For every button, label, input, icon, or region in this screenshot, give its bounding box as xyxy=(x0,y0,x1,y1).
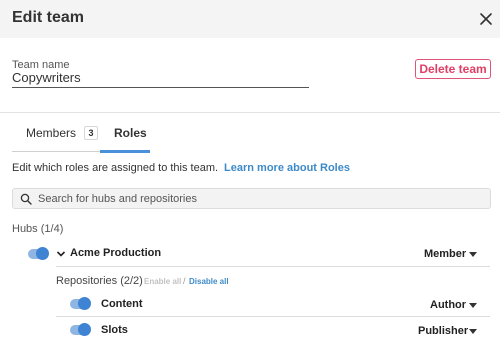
repository-name-content: Content xyxy=(101,298,143,310)
search-field[interactable] xyxy=(12,188,491,209)
delete-team-button[interactable]: Delete team xyxy=(415,59,491,79)
hub-role-select[interactable]: Member xyxy=(424,248,466,260)
toggle-knob xyxy=(36,247,49,260)
repositories-heading: Repositories (2/2) xyxy=(56,275,143,287)
repository-name-slots: Slots xyxy=(101,324,128,336)
repository-toggle-slots[interactable] xyxy=(70,323,91,336)
caret-down-icon[interactable] xyxy=(469,303,477,308)
repository-role-select-content[interactable]: Author xyxy=(430,299,466,311)
hub-toggle[interactable] xyxy=(28,247,49,260)
members-count-badge: 3 xyxy=(84,126,99,140)
caret-down-icon[interactable] xyxy=(469,252,477,257)
active-tab-indicator xyxy=(100,150,150,153)
toggle-knob xyxy=(78,323,91,336)
learn-more-roles-link[interactable]: Learn more about Roles xyxy=(224,162,350,174)
search-input[interactable] xyxy=(38,189,478,208)
hubs-heading: Hubs (1/4) xyxy=(12,223,64,235)
repository-role-select-slots[interactable]: Publisher xyxy=(418,325,468,337)
roles-description: Edit which roles are assigned to this te… xyxy=(12,162,350,174)
team-name-input[interactable]: Copywriters xyxy=(12,70,309,88)
caret-down-icon[interactable] xyxy=(469,329,477,334)
chevron-down-icon[interactable] xyxy=(56,250,66,258)
disable-all-link[interactable]: Disable all xyxy=(189,277,229,286)
tab-members[interactable]: Members 3 xyxy=(26,126,99,140)
modal-title: Edit team xyxy=(12,9,85,26)
tab-members-label: Members xyxy=(26,126,77,140)
hub-name: Acme Production xyxy=(70,247,162,259)
enable-all-link[interactable]: Enable all xyxy=(144,277,181,286)
tab-roles[interactable]: Roles xyxy=(114,126,147,140)
section-divider xyxy=(0,112,500,113)
close-icon[interactable] xyxy=(476,9,496,29)
repository-toggle-content[interactable] xyxy=(70,297,91,310)
modal-header: Edit team xyxy=(0,0,500,38)
link-separator: / xyxy=(183,276,186,286)
repository-row-divider xyxy=(56,316,490,317)
toggle-knob xyxy=(78,297,91,310)
hub-row-divider xyxy=(56,266,490,267)
roles-description-text: Edit which roles are assigned to this te… xyxy=(12,162,219,174)
search-icon xyxy=(20,193,32,205)
